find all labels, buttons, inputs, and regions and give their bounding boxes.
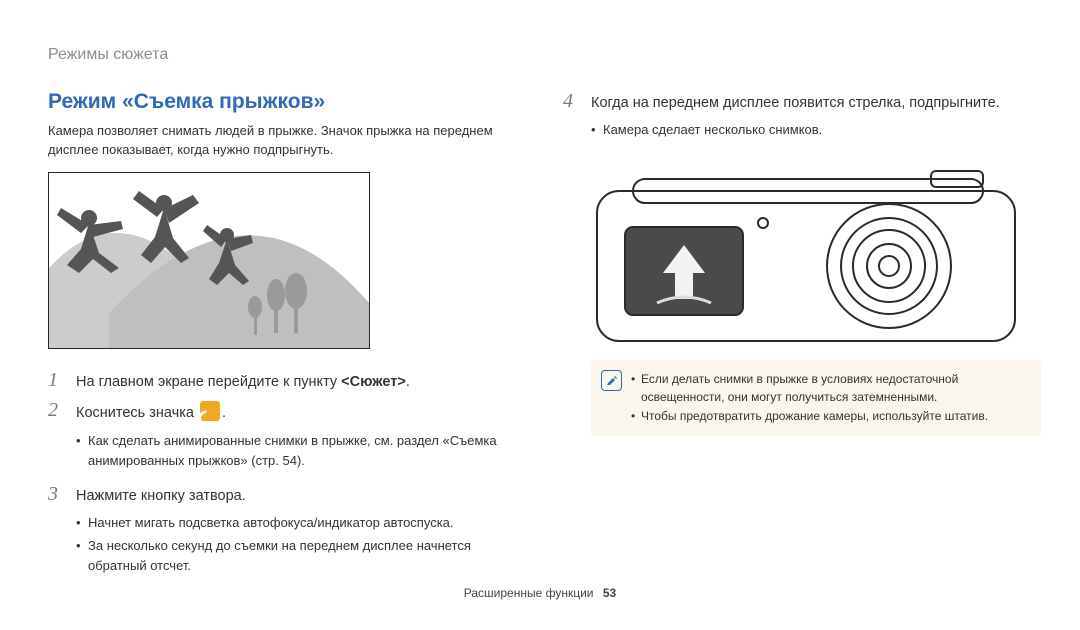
content-columns: Режим «Съемка прыжков» Камера позволяет … [48, 90, 1032, 578]
step-text-post: . [406, 374, 410, 390]
step-2: 2 Коснитесь значка . [48, 399, 517, 424]
breadcrumb: Режимы сюжета [48, 46, 168, 64]
step-3: 3 Нажмите кнопку затвора. [48, 483, 517, 507]
step-4-sub: Камера сделает несколько снимков. [591, 120, 1032, 140]
step-number: 2 [48, 399, 64, 421]
jump-illustration [48, 172, 370, 349]
step-4: 4 Когда на переднем дисплее появится стр… [563, 90, 1032, 114]
camera-illustration [591, 169, 1021, 344]
bullet: Начнет мигать подсветка автофокуса/индик… [76, 513, 517, 533]
bullet: Камера сделает несколько снимков. [591, 120, 1032, 140]
manual-page: Режимы сюжета Режим «Съемка прыжков» Кам… [0, 0, 1080, 630]
step-number: 4 [563, 90, 579, 112]
note-bullet: Чтобы предотвратить дрожание камеры, исп… [631, 407, 1029, 425]
step-text: Когда на переднем дисплее появится стрел… [591, 90, 1000, 114]
bullet: Как сделать анимированные снимки в прыжк… [76, 431, 517, 471]
step-number: 1 [48, 369, 64, 391]
step-text-bold: <Сюжет> [341, 374, 406, 390]
step-3-sub: Начнет мигать подсветка автофокуса/индик… [76, 513, 517, 575]
section-intro: Камера позволяет снимать людей в прыжке.… [48, 122, 517, 160]
step-number: 3 [48, 483, 64, 505]
step-text: На главном экране перейдите к пункту <Сю… [76, 369, 410, 393]
step-1: 1 На главном экране перейдите к пункту <… [48, 369, 517, 393]
note-icon [601, 370, 622, 391]
step-text: Коснитесь значка . [76, 399, 226, 424]
section-title: Режим «Съемка прыжков» [48, 90, 517, 114]
page-footer: Расширенные функции 53 [0, 586, 1080, 600]
page-number: 53 [603, 586, 616, 600]
note-bullet: Если делать снимки в прыжке в условиях н… [631, 370, 1029, 406]
column-right: 4 Когда на переднем дисплее появится стр… [563, 90, 1032, 578]
step-text: Нажмите кнопку затвора. [76, 483, 246, 507]
step-text-post: . [222, 405, 226, 421]
column-left: Режим «Съемка прыжков» Камера позволяет … [48, 90, 517, 578]
step-2-sub: Как сделать анимированные снимки в прыжк… [76, 431, 517, 471]
note-box: Если делать снимки в прыжке в условиях н… [591, 360, 1041, 436]
jump-mode-icon [200, 401, 220, 421]
step-text-pre: Коснитесь значка [76, 405, 198, 421]
step-text-pre: На главном экране перейдите к пункту [76, 374, 341, 390]
footer-section: Расширенные функции [464, 586, 594, 600]
bullet: За несколько секунд до съемки на передне… [76, 536, 517, 576]
